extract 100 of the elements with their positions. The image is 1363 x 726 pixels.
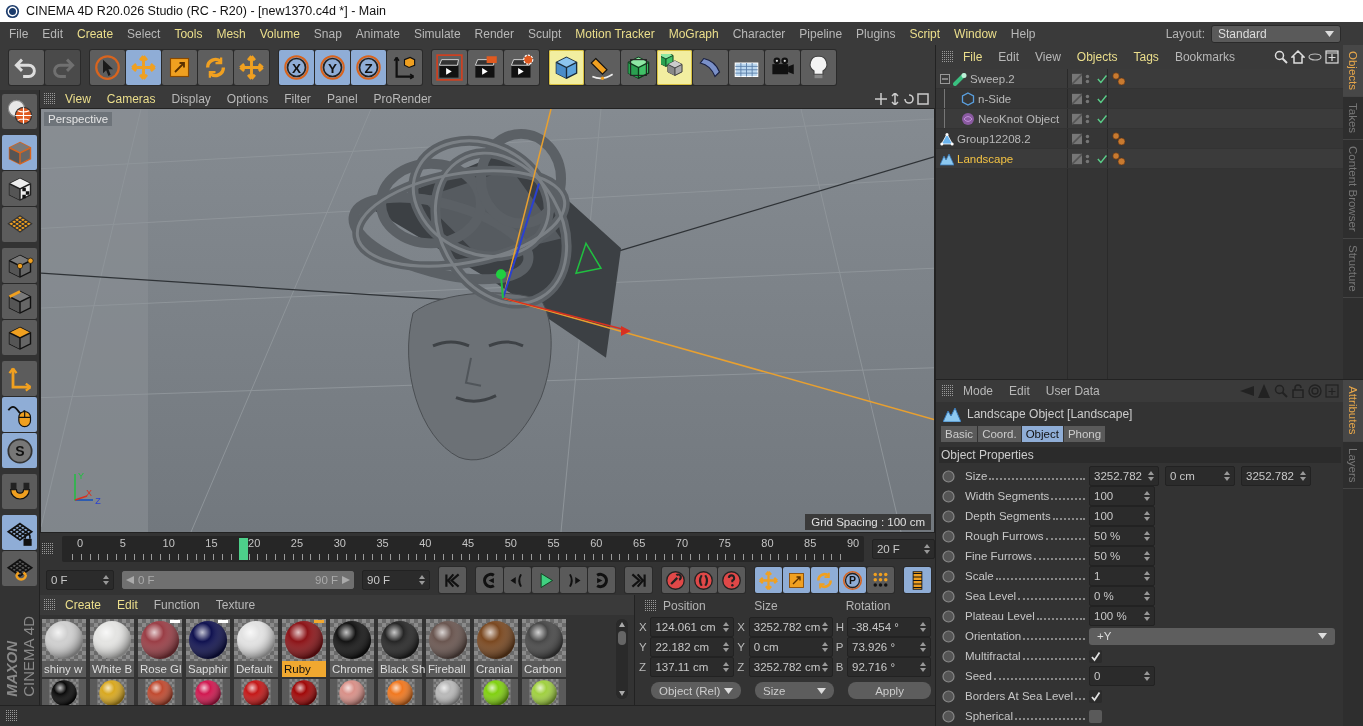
coordinate-field[interactable]: -38.454 ° — [847, 617, 931, 637]
start-frame-field[interactable]: 0 F — [46, 570, 114, 590]
material-swatch[interactable] — [426, 679, 470, 705]
pen-button[interactable] — [585, 50, 620, 85]
object-name[interactable]: n-Side — [978, 92, 1012, 105]
object-name[interactable]: NeoKnot Object — [978, 112, 1060, 125]
object-name[interactable]: Group12208.2 — [957, 132, 1031, 145]
material-swatch[interactable]: Cranial — [474, 619, 518, 677]
texture-mode-button[interactable] — [2, 171, 37, 206]
coordinate-field[interactable]: 124.061 cm — [650, 617, 735, 637]
checkbox[interactable] — [1089, 689, 1102, 703]
object-name[interactable]: Sweep.2 — [970, 72, 1015, 85]
side-tab[interactable]: Objects — [1343, 45, 1363, 97]
timeline-button[interactable] — [904, 567, 931, 593]
number-field[interactable]: 3252.782 — [1241, 466, 1311, 486]
tab[interactable]: Basic — [941, 426, 978, 442]
playhead[interactable] — [239, 538, 249, 560]
deformer-button[interactable] — [693, 50, 728, 85]
menu-item[interactable]: Mode — [956, 384, 1001, 398]
coordinate-field[interactable]: 0 cm — [748, 637, 833, 657]
render-button[interactable] — [468, 50, 503, 85]
floor-button[interactable] — [729, 50, 764, 85]
point-level-key-button[interactable] — [867, 567, 894, 593]
menu-item[interactable]: Edit — [991, 50, 1027, 64]
material-swatch[interactable]: shiny w — [42, 619, 86, 677]
menu-item[interactable]: User Data — [1038, 384, 1107, 398]
object-name[interactable]: Landscape — [957, 152, 1014, 165]
material-swatch[interactable] — [42, 679, 86, 705]
make-editable-button[interactable] — [2, 94, 37, 129]
material-swatch[interactable]: Ruby — [282, 619, 326, 677]
cloner-button[interactable] — [657, 50, 692, 85]
go-to-end-button[interactable] — [625, 567, 652, 593]
number-field[interactable]: 0 cm — [1165, 466, 1235, 486]
menu-item[interactable]: View — [1028, 50, 1068, 64]
menu-item[interactable]: Character — [725, 26, 793, 41]
menu-item[interactable]: Edit — [35, 26, 71, 41]
menu-item[interactable]: File — [956, 50, 990, 64]
number-field[interactable]: 100 — [1089, 506, 1155, 526]
material-swatch[interactable] — [234, 679, 278, 705]
play-button[interactable] — [532, 567, 559, 593]
render-settings-button[interactable] — [504, 50, 539, 85]
menu-item[interactable]: Edit — [110, 598, 145, 612]
menu-item[interactable]: Pipeline — [792, 26, 850, 41]
material-swatch[interactable]: Default — [234, 619, 278, 677]
recent-tool-button[interactable] — [234, 50, 269, 85]
coordinate-field[interactable]: 92.716 ° — [847, 657, 931, 677]
snap-button[interactable] — [2, 474, 37, 509]
menu-item[interactable]: Tools — [167, 26, 210, 41]
menu-item[interactable]: MoGraph — [661, 26, 726, 41]
material-swatch[interactable] — [522, 679, 566, 705]
align-workplane-button[interactable] — [2, 551, 37, 586]
render-view-button[interactable] — [432, 50, 467, 85]
coordinate-field[interactable]: 3252.782 cm — [748, 617, 833, 637]
coordinate-field[interactable]: 73.926 ° — [847, 637, 931, 657]
timeline-ruler[interactable]: 0 5 10 15 20 25 30 35 40 45 50 55 60 65 70 75 80 85 90 — [62, 536, 864, 562]
number-field[interactable]: 0 — [1089, 666, 1155, 686]
menu-item[interactable]: Tags — [1126, 50, 1166, 64]
menu-item[interactable]: Filter — [277, 92, 318, 106]
menu-item[interactable]: Objects — [1069, 50, 1125, 64]
menu-item[interactable]: Panel — [319, 92, 365, 106]
menu-item[interactable]: ProRender — [366, 92, 439, 106]
tweak-mode-button[interactable] — [2, 397, 37, 432]
next-frame-button[interactable] — [560, 567, 587, 593]
autokey-button[interactable] — [690, 567, 717, 593]
size-mode-dropdown[interactable]: Size — [755, 682, 835, 699]
material-swatch[interactable]: White B — [90, 619, 134, 677]
coordinate-mode-dropdown[interactable]: Object (Rel) — [651, 682, 741, 699]
menu-item[interactable]: Animate — [348, 26, 407, 41]
previous-key-button[interactable] — [476, 567, 503, 593]
number-field[interactable]: 100 % — [1089, 606, 1155, 626]
material-swatch[interactable] — [474, 679, 518, 705]
menu-item[interactable]: Volume — [252, 26, 307, 41]
coordinate-field[interactable]: 3252.782 cm — [748, 657, 833, 677]
scale-tool-button[interactable] — [162, 50, 197, 85]
polygons-mode-button[interactable] — [2, 320, 37, 355]
menu-item[interactable]: Create — [58, 598, 109, 612]
menu-item[interactable]: Create — [70, 26, 121, 41]
material-swatch[interactable]: Rose Gl — [138, 619, 182, 677]
menu-item[interactable]: Texture — [208, 598, 263, 612]
menu-item[interactable]: Help — [1003, 26, 1043, 41]
coordinate-field[interactable]: 137.11 cm — [650, 657, 735, 677]
end-frame-field[interactable]: 90 F — [362, 570, 430, 590]
layout-dropdown[interactable]: Standard — [1211, 24, 1341, 43]
menu-item[interactable]: Bookmarks — [1167, 50, 1242, 64]
undo-button[interactable] — [9, 50, 44, 85]
side-tab[interactable]: Attributes — [1343, 380, 1363, 442]
menu-item[interactable]: Edit — [1002, 384, 1037, 398]
edges-mode-button[interactable] — [2, 284, 37, 319]
tab[interactable]: Phong — [1063, 426, 1106, 442]
points-mode-button[interactable] — [2, 248, 37, 283]
menu-item[interactable]: Function — [146, 598, 207, 612]
lock-workplane-button[interactable] — [2, 515, 37, 550]
material-swatch[interactable] — [282, 679, 326, 705]
checkbox[interactable] — [1089, 649, 1102, 663]
go-to-start-button[interactable] — [439, 567, 466, 593]
checkbox[interactable] — [1089, 709, 1102, 723]
light-button[interactable] — [801, 50, 836, 85]
current-frame-field[interactable]: 20 F — [871, 539, 935, 559]
cube-button[interactable] — [549, 50, 584, 85]
number-field[interactable]: 100 — [1089, 486, 1155, 506]
